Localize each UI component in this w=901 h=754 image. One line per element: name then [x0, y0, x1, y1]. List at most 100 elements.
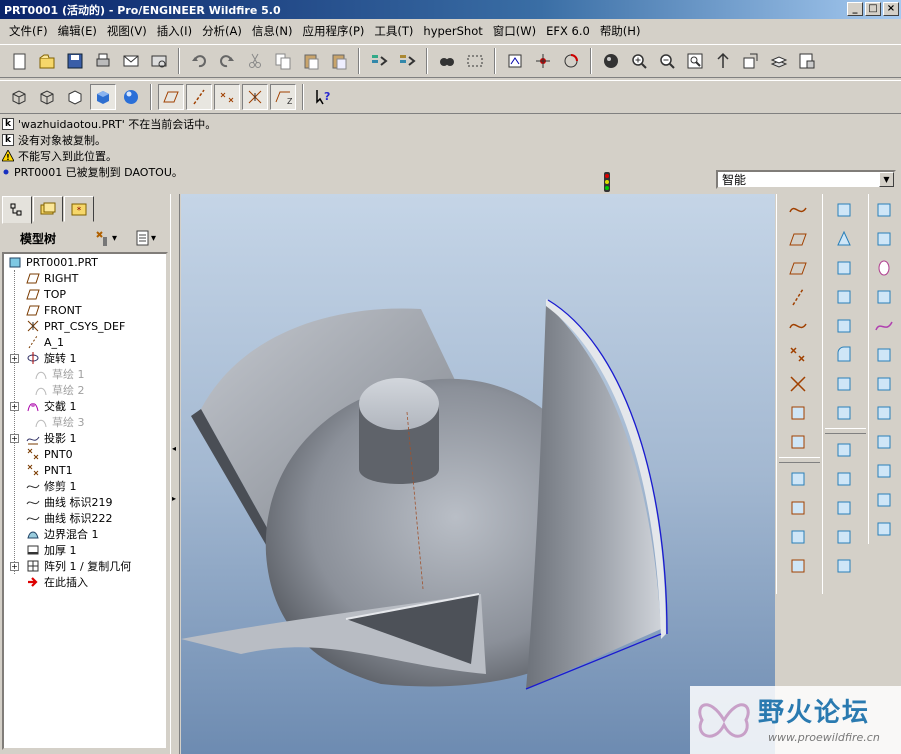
datum-axis-display-icon[interactable]	[186, 84, 212, 110]
minimize-button[interactable]: _	[847, 2, 863, 16]
reorient-icon[interactable]	[710, 48, 736, 74]
menu-item[interactable]: 编辑(E)	[53, 21, 102, 41]
analysis-feature-icon[interactable]	[783, 399, 813, 426]
revolve-tool-icon[interactable]	[829, 225, 859, 252]
tree-node[interactable]: PRT_CSYS_DEF	[26, 318, 125, 334]
menu-item[interactable]: 工具(T)	[369, 21, 418, 41]
mirror-icon[interactable]	[829, 436, 859, 463]
view-manager-icon[interactable]	[794, 48, 820, 74]
menu-item[interactable]: hyperShot	[418, 21, 487, 41]
collapse-left-icon[interactable]: ◂	[172, 444, 176, 453]
draft-icon[interactable]	[829, 312, 859, 339]
publish-geom-icon[interactable]	[871, 515, 897, 542]
hidden-line-icon[interactable]	[34, 84, 60, 110]
thicken-tool-icon[interactable]	[871, 341, 897, 368]
tree-node[interactable]: 边界混合 1	[26, 526, 99, 542]
tree-node[interactable]: 草绘 2	[34, 382, 85, 398]
tree-node[interactable]: PNT0	[26, 446, 73, 462]
redo-icon[interactable]	[214, 48, 240, 74]
datum-plane-icon[interactable]	[783, 225, 813, 252]
hole-icon[interactable]	[871, 254, 897, 281]
datum-plane-offset-icon[interactable]	[783, 254, 813, 281]
orient-icon[interactable]	[558, 48, 584, 74]
datum-plane-display-icon[interactable]	[158, 84, 184, 110]
tab-model-tree[interactable]	[2, 196, 32, 224]
menu-item[interactable]: 帮助(H)	[595, 21, 646, 41]
panel-splitter[interactable]: ◂ ▸	[170, 194, 180, 754]
warp-icon[interactable]	[871, 399, 897, 426]
close-button[interactable]: ×	[883, 2, 899, 16]
select-box-icon[interactable]	[462, 48, 488, 74]
enhanced-realism-icon[interactable]	[118, 84, 144, 110]
print-icon[interactable]	[90, 48, 116, 74]
tree-node[interactable]: 加厚 1	[26, 542, 77, 558]
tree-node[interactable]: 草绘 1	[34, 366, 85, 382]
pattern-tool-icon[interactable]	[871, 196, 897, 223]
zoom-in-icon[interactable]	[626, 48, 652, 74]
layers-icon[interactable]	[766, 48, 792, 74]
undo-icon[interactable]	[186, 48, 212, 74]
tree-node[interactable]: FRONT	[26, 302, 82, 318]
tree-node[interactable]: 投影 1	[26, 430, 77, 446]
paste-icon[interactable]	[298, 48, 324, 74]
tree-node[interactable]: RIGHT	[26, 270, 78, 286]
traffic-light-icon[interactable]	[597, 171, 617, 193]
copy-geom-icon[interactable]	[871, 225, 897, 252]
expand-icon[interactable]: +	[10, 434, 19, 443]
tree-node[interactable]: 旋转 1	[26, 350, 77, 366]
settings-icon[interactable]: ▾	[94, 229, 117, 247]
saved-views-icon[interactable]	[738, 48, 764, 74]
zoom-out-icon[interactable]	[654, 48, 680, 74]
tree-node[interactable]: 草绘 3	[34, 414, 85, 430]
menu-item[interactable]: 窗口(W)	[488, 21, 541, 41]
style-icon[interactable]	[871, 312, 897, 339]
context-help-icon[interactable]: ?	[310, 84, 336, 110]
email-icon[interactable]	[118, 48, 144, 74]
chamfer-icon[interactable]	[829, 370, 859, 397]
sweep-icon[interactable]	[829, 254, 859, 281]
tree-node[interactable]: 在此插入	[26, 574, 88, 590]
expand-right-icon[interactable]: ▸	[172, 494, 176, 503]
rib-icon[interactable]	[829, 399, 859, 426]
tree-node[interactable]: 曲线 标识219	[26, 494, 113, 510]
refit-icon[interactable]	[682, 48, 708, 74]
menu-item[interactable]: 信息(N)	[247, 21, 298, 41]
regenerate-icon[interactable]	[366, 48, 392, 74]
menu-item[interactable]: 插入(I)	[152, 21, 197, 41]
merge-icon[interactable]	[829, 465, 859, 492]
toggle-grid-icon[interactable]	[871, 428, 897, 455]
csys-display-icon[interactable]	[242, 84, 268, 110]
tab-favorites[interactable]: *	[64, 196, 94, 222]
tree-node[interactable]: 阵列 1 / 复制几何	[26, 558, 131, 574]
cut-icon[interactable]	[242, 48, 268, 74]
toolbar-grip[interactable]	[779, 457, 820, 463]
expand-icon[interactable]: +	[10, 354, 19, 363]
chevron-down-icon[interactable]: ▼	[879, 172, 894, 187]
open-icon[interactable]	[34, 48, 60, 74]
menu-item[interactable]: 分析(A)	[197, 21, 247, 41]
repaint-icon[interactable]	[502, 48, 528, 74]
shell-icon[interactable]	[829, 283, 859, 310]
copy-icon[interactable]	[270, 48, 296, 74]
extend-icon[interactable]	[829, 523, 859, 550]
appearance-icon[interactable]	[598, 48, 624, 74]
menu-item[interactable]: 视图(V)	[102, 21, 152, 41]
grid-alt-icon[interactable]	[871, 486, 897, 513]
trim-tool-icon[interactable]	[829, 494, 859, 521]
spin-center-icon[interactable]	[530, 48, 556, 74]
grid-icon[interactable]	[871, 457, 897, 484]
menu-item[interactable]: 应用程序(P)	[297, 21, 369, 41]
expand-icon[interactable]: +	[10, 562, 19, 571]
datum-axis-icon[interactable]	[783, 283, 813, 310]
tree-node[interactable]: PRT0001.PRT	[8, 254, 98, 270]
sketch-tool-icon[interactable]	[783, 465, 813, 492]
datum-curve-icon[interactable]	[783, 312, 813, 339]
tree-node[interactable]: TOP	[26, 286, 66, 302]
shading-icon[interactable]	[90, 84, 116, 110]
tree-node[interactable]: A_1	[26, 334, 64, 350]
insert-feature-icon[interactable]	[783, 428, 813, 455]
model-3d-view[interactable]	[181, 194, 775, 754]
extrude-icon[interactable]	[829, 196, 859, 223]
new-icon[interactable]	[6, 48, 32, 74]
annotation-display-icon[interactable]: Z	[270, 84, 296, 110]
